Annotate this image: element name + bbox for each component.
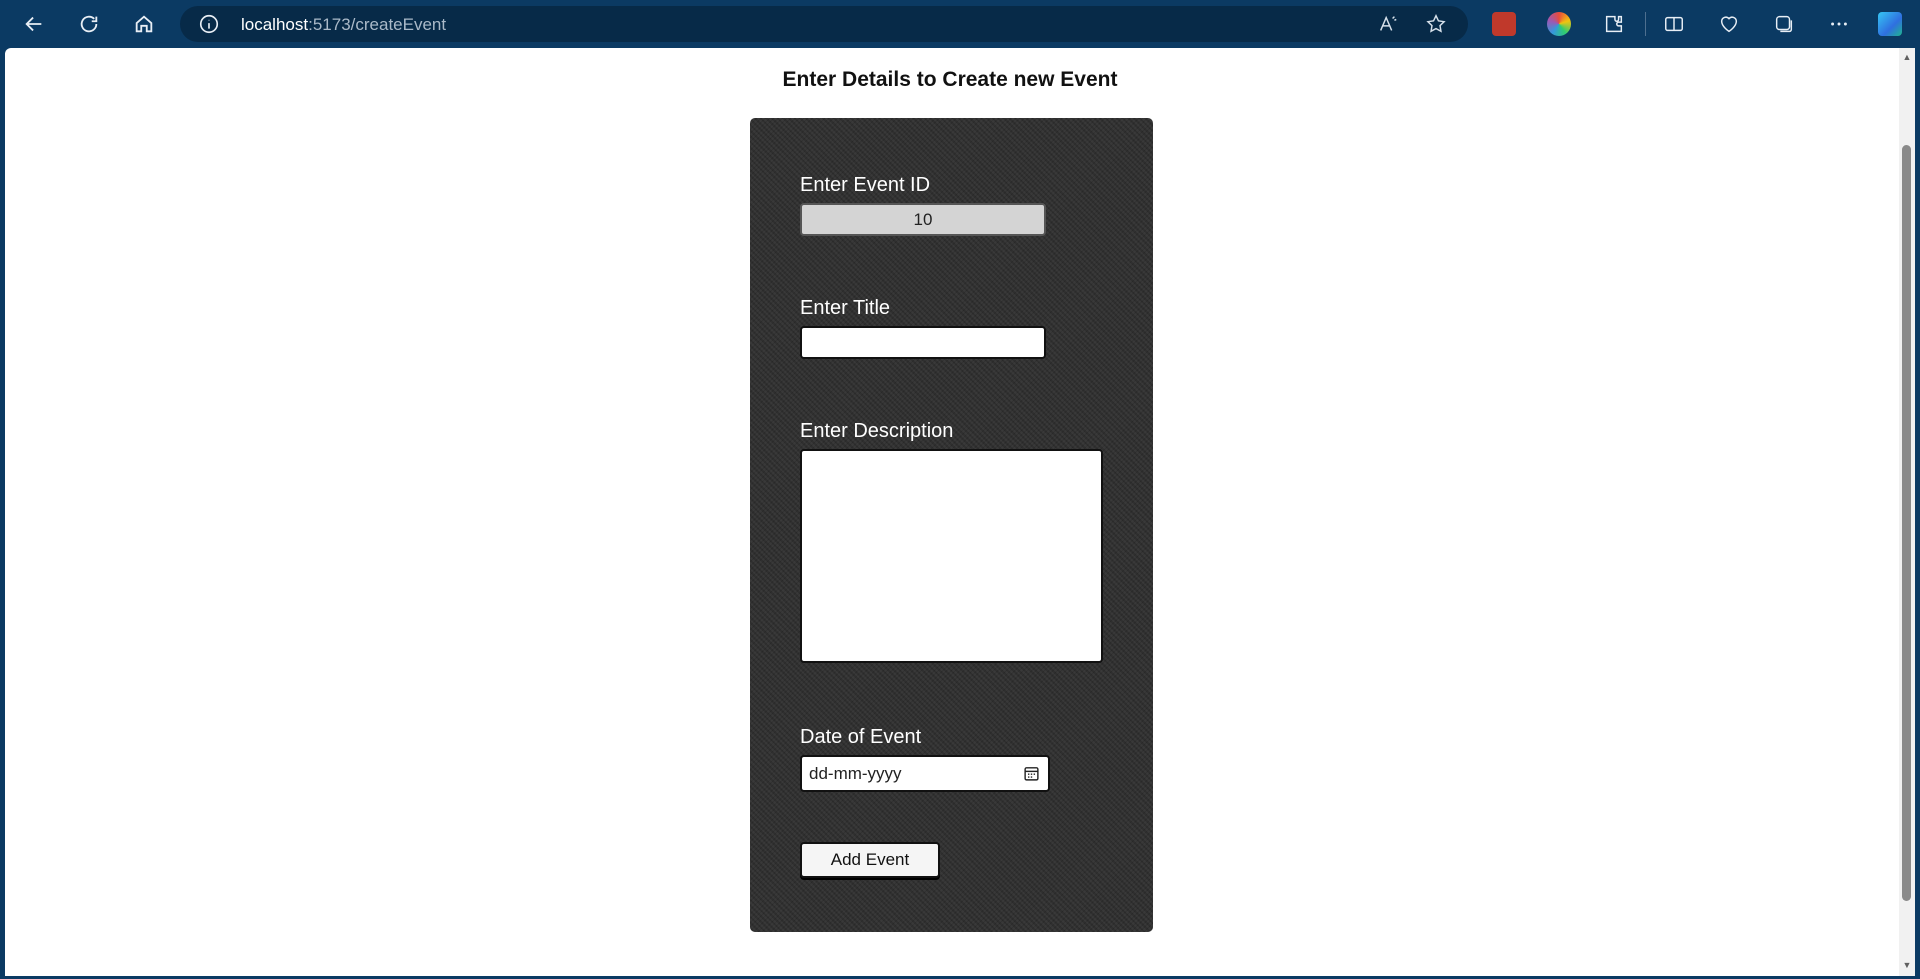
scroll-thumb[interactable] — [1902, 145, 1911, 901]
event-id-label: Enter Event ID — [800, 174, 931, 196]
favorite-star-icon[interactable] — [1425, 13, 1447, 35]
url-text[interactable]: localhost:5173/createEvent — [241, 15, 446, 35]
title-input[interactable] — [800, 326, 1046, 359]
date-placeholder: dd-mm-yyyy — [809, 764, 902, 783]
date-input[interactable]: dd-mm-yyyy — [800, 755, 1050, 792]
more-options-icon[interactable] — [1823, 8, 1855, 40]
url-host: localhost — [241, 15, 309, 34]
create-event-form: Enter Event ID Enter Title Enter Descrip… — [750, 118, 1153, 932]
address-bar[interactable]: localhost:5173/createEvent — [180, 6, 1468, 42]
description-textarea[interactable] — [800, 449, 1103, 663]
copilot-icon[interactable] — [1878, 12, 1902, 36]
toolbar-divider — [1645, 12, 1646, 36]
page-scrollbar[interactable]: ▲ ▼ — [1899, 48, 1915, 976]
refresh-icon[interactable] — [73, 8, 105, 40]
extension-red-icon[interactable] — [1492, 12, 1516, 36]
page-title: Enter Details to Create new Event — [782, 68, 1118, 91]
title-label: Enter Title — [800, 297, 891, 319]
site-info-icon[interactable] — [198, 13, 220, 35]
date-label: Date of Event — [800, 726, 922, 748]
scroll-down-icon[interactable]: ▼ — [1902, 960, 1912, 970]
collections-icon[interactable] — [1768, 8, 1800, 40]
read-aloud-icon[interactable] — [1377, 13, 1399, 35]
url-path: :5173/createEvent — [308, 15, 447, 34]
add-event-button[interactable]: Add Event — [800, 842, 940, 878]
split-screen-icon[interactable] — [1658, 8, 1690, 40]
extensions-puzzle-icon[interactable] — [1598, 8, 1630, 40]
page-viewport: Enter Details to Create new Event Enter … — [5, 48, 1901, 976]
home-icon[interactable] — [128, 8, 160, 40]
description-label: Enter Description — [800, 420, 954, 442]
calendar-icon[interactable] — [1023, 765, 1040, 782]
scroll-up-icon[interactable]: ▲ — [1902, 52, 1912, 62]
event-id-input[interactable] — [800, 203, 1046, 236]
back-icon[interactable] — [18, 8, 50, 40]
color-picker-extension-icon[interactable] — [1547, 12, 1571, 36]
browser-essentials-icon[interactable] — [1713, 8, 1745, 40]
browser-toolbar: localhost:5173/createEvent — [0, 0, 1920, 48]
